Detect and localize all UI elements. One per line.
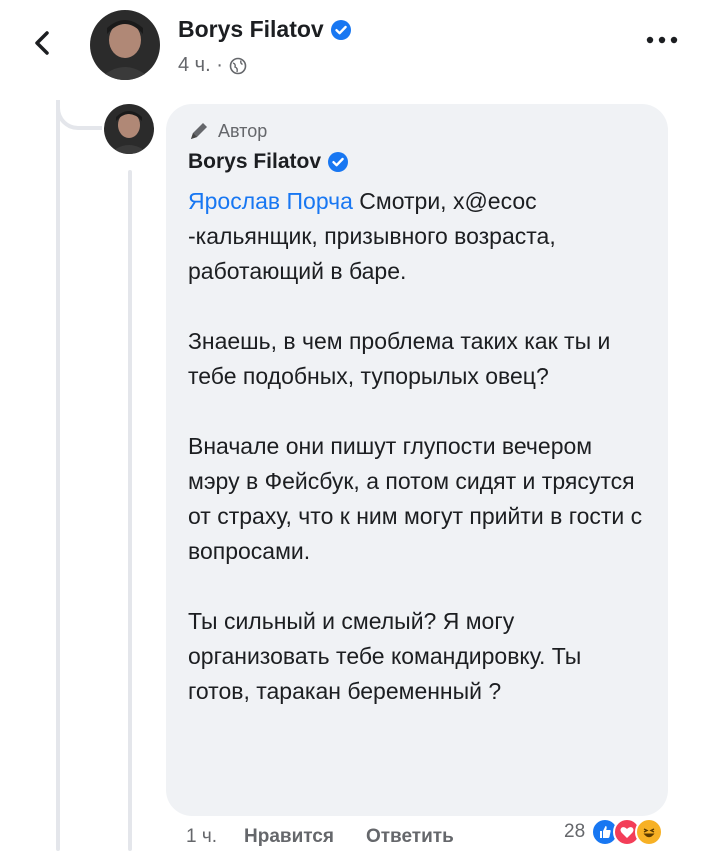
haha-reaction-icon [635,818,664,846]
more-dots-icon [646,36,678,44]
comment-time[interactable]: 1 ч. [186,826,244,848]
comment-paragraph: Ты сильный и смелый? Я могу организовать… [188,608,582,704]
pen-icon [191,123,207,139]
reaction-count: 28 [564,821,586,842]
comment-text: Ярослав Порча Смотри, х@есос -кальянщик,… [188,184,646,709]
reaction-icons [591,818,664,846]
comment-bubble: Автор Borys Filatov Ярослав Порча Смотри… [166,104,668,816]
comment-actions: 1 ч. Нравится Ответить [186,826,486,848]
back-button[interactable] [28,28,58,58]
verified-badge-icon [330,19,351,40]
comment-paragraph: Ярослав Порча Смотри, х@есос -кальянщик,… [188,188,556,284]
comment-paragraph: Знаешь, в чем проблема таких как ты и те… [188,328,611,389]
thread-line [56,100,60,851]
comment-author-name[interactable]: Borys Filatov [188,150,646,174]
verified-badge-icon [328,152,349,172]
mention-link[interactable]: Ярослав Порча [188,188,353,214]
more-options-button[interactable] [644,30,680,50]
avatar[interactable] [90,10,160,80]
reply-button[interactable]: Ответить [366,826,454,848]
reply-thread-line [128,170,132,851]
post-time: 4 ч. · [178,54,223,76]
comment-paragraph: Вначале они пишут глупости вечером мэру … [188,433,643,564]
author-name[interactable]: Borys Filatov [178,16,352,43]
like-button[interactable]: Нравится [244,826,334,848]
reactions-summary[interactable]: 28 [564,818,664,846]
thread-connector [56,100,102,130]
post-meta: 4 ч. · [178,54,247,77]
author-badge: Автор [188,120,646,142]
globe-icon [229,57,247,74]
chevron-left-icon [35,31,49,55]
comment-avatar[interactable] [104,104,154,154]
